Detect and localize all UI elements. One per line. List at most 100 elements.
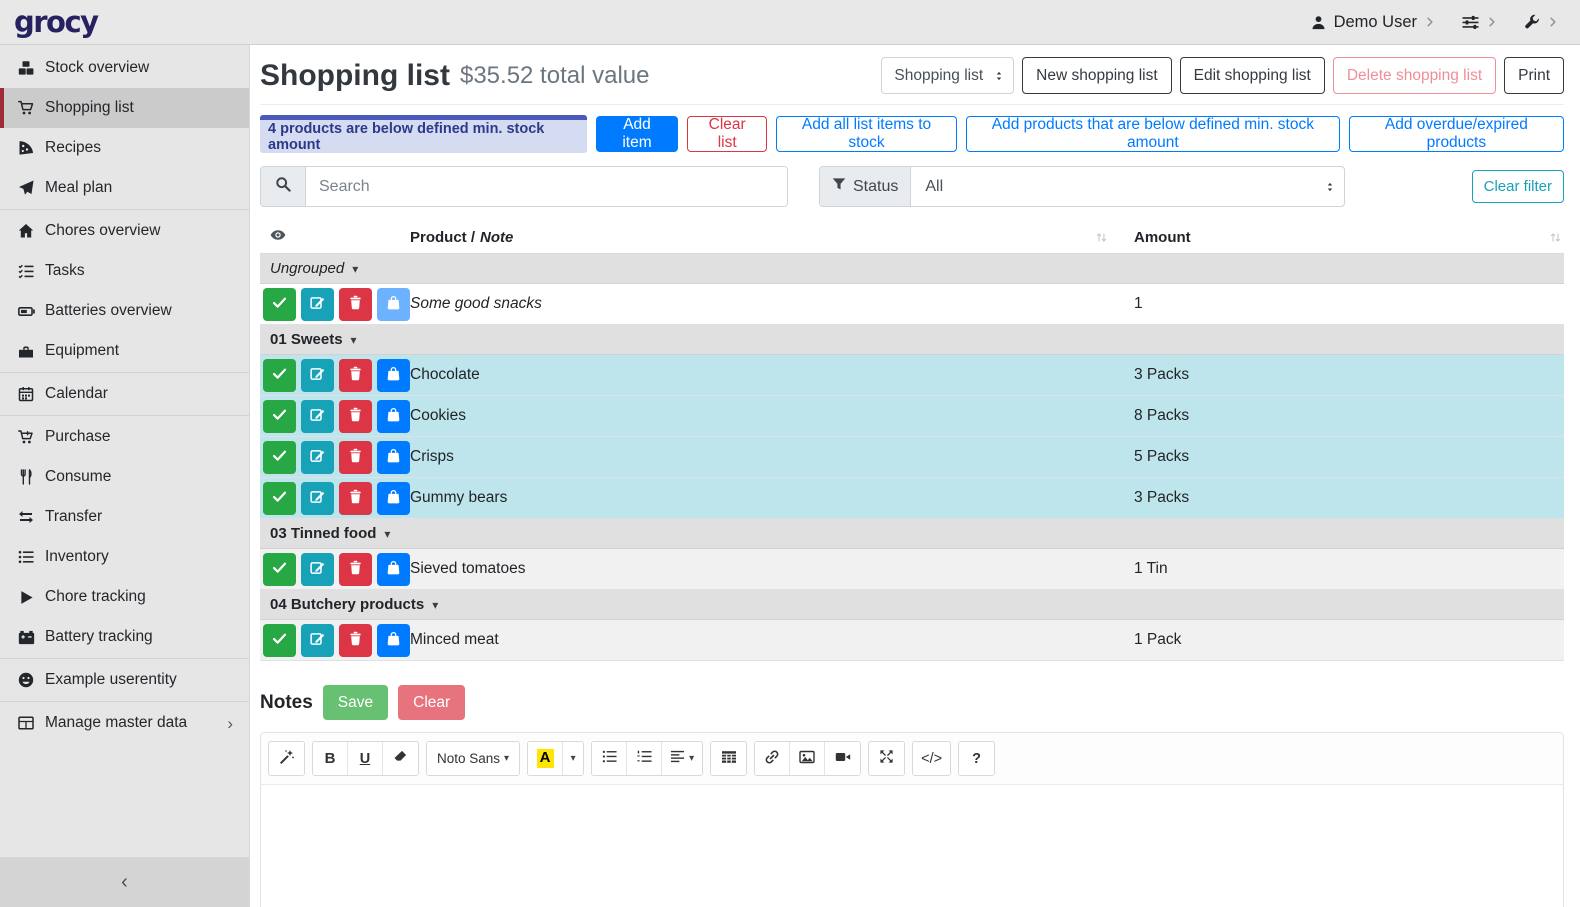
ordered-list-button[interactable] xyxy=(627,742,662,775)
row-done-button[interactable] xyxy=(263,359,296,392)
style-magic-button[interactable] xyxy=(269,742,304,775)
row-add-to-stock-button[interactable] xyxy=(377,624,410,657)
row-delete-button[interactable] xyxy=(339,400,372,433)
row-add-to-stock-button[interactable] xyxy=(377,400,410,433)
row-done-button[interactable] xyxy=(263,441,296,474)
sidebar-item-chores-overview[interactable]: Chores overview xyxy=(0,211,249,251)
row-edit-button[interactable] xyxy=(301,553,334,586)
sidebar-item-purchase[interactable]: Purchase xyxy=(0,417,249,457)
fullscreen-button[interactable] xyxy=(869,742,904,775)
row-edit-button[interactable] xyxy=(301,624,334,657)
status-select[interactable]: All xyxy=(911,167,1344,206)
font-color-button[interactable]: A xyxy=(528,742,563,775)
admin-menu[interactable] xyxy=(1524,14,1558,30)
clear-formatting-button[interactable] xyxy=(383,742,418,775)
edit-icon xyxy=(310,560,325,578)
group-header-row[interactable]: 01 Sweets▾ xyxy=(260,325,1564,355)
row-delete-button[interactable] xyxy=(339,482,372,515)
row-delete-button[interactable] xyxy=(339,359,372,392)
user-menu[interactable]: Demo User xyxy=(1311,13,1435,32)
group-header-row[interactable]: 04 Butchery products▾ xyxy=(260,590,1564,620)
sidebar-item-tasks[interactable]: Tasks xyxy=(0,251,249,291)
row-done-button[interactable] xyxy=(263,482,296,515)
print-button[interactable]: Print xyxy=(1504,57,1564,94)
row-delete-button[interactable] xyxy=(339,553,372,586)
insert-link-button[interactable] xyxy=(755,742,790,775)
sidebar-item-calendar[interactable]: Calendar xyxy=(0,374,249,414)
row-add-to-stock-button[interactable] xyxy=(377,553,410,586)
notes-textarea[interactable] xyxy=(261,785,1563,907)
row-delete-button[interactable] xyxy=(339,624,372,657)
add-item-button[interactable]: Add item xyxy=(596,116,679,152)
clear-filter-button[interactable]: Clear filter xyxy=(1472,170,1564,203)
row-add-to-stock-button[interactable] xyxy=(377,359,410,392)
row-done-button[interactable] xyxy=(263,400,296,433)
sidebar-item-consume[interactable]: Consume xyxy=(0,457,249,497)
sidebar-item-inventory[interactable]: Inventory xyxy=(0,537,249,577)
sidebar-item-chore-tracking[interactable]: Chore tracking xyxy=(0,577,249,617)
shopping-list-select[interactable]: Shopping list xyxy=(881,57,1014,94)
sidebar-item-recipes[interactable]: Recipes xyxy=(0,128,249,168)
smiley-icon xyxy=(16,672,36,688)
sidebar-collapse-button[interactable]: ‹ xyxy=(0,857,249,907)
underline-button[interactable]: U xyxy=(348,742,383,775)
row-add-to-stock-button[interactable] xyxy=(377,288,410,321)
editor-help-button[interactable]: ? xyxy=(959,742,994,775)
clear-list-button[interactable]: Clear list xyxy=(687,116,767,152)
utensils-icon xyxy=(16,469,36,485)
insert-video-button[interactable] xyxy=(825,742,860,775)
row-delete-button[interactable] xyxy=(339,441,372,474)
new-shopping-list-button[interactable]: New shopping list xyxy=(1022,57,1171,94)
paragraph-align-button[interactable]: ▾ xyxy=(662,742,702,775)
play-icon xyxy=(16,590,36,605)
notes-clear-button[interactable]: Clear xyxy=(398,685,465,720)
row-done-button[interactable] xyxy=(263,624,296,657)
sidebar-item-equipment[interactable]: Equipment xyxy=(0,331,249,371)
sidebar-item-label: Purchase xyxy=(45,428,110,446)
sidebar-divider xyxy=(0,658,249,659)
font-family-button[interactable]: Noto Sans ▾ xyxy=(427,742,519,775)
min-stock-alert[interactable]: 4 products are below defined min. stock … xyxy=(260,115,587,153)
tasks-icon xyxy=(16,263,36,279)
add-overdue-button[interactable]: Add overdue/expired products xyxy=(1349,116,1564,152)
row-add-to-stock-button[interactable] xyxy=(377,482,410,515)
group-header-row[interactable]: Ungrouped▾ xyxy=(260,254,1564,284)
notes-save-button[interactable]: Save xyxy=(323,685,388,720)
add-below-min-stock-button[interactable]: Add products that are below defined min.… xyxy=(966,116,1340,152)
settings-menu[interactable] xyxy=(1462,14,1497,31)
row-edit-button[interactable] xyxy=(301,400,334,433)
font-color-caret-button[interactable]: ▾ xyxy=(563,742,583,775)
row-add-to-stock-button[interactable] xyxy=(377,441,410,474)
search-input[interactable] xyxy=(306,167,787,206)
product-column-header[interactable]: Product / Note xyxy=(410,229,1122,246)
sidebar-item-batteries-overview[interactable]: Batteries overview xyxy=(0,291,249,331)
group-header-row[interactable]: 03 Tinned food▾ xyxy=(260,519,1564,549)
sidebar-item-stock-overview[interactable]: Stock overview xyxy=(0,48,249,88)
delete-shopping-list-button[interactable]: Delete shopping list xyxy=(1333,57,1496,94)
row-delete-button[interactable] xyxy=(339,288,372,321)
row-done-button[interactable] xyxy=(263,288,296,321)
row-edit-button[interactable] xyxy=(301,482,334,515)
unordered-list-button[interactable] xyxy=(592,742,627,775)
search-group xyxy=(260,166,788,207)
row-edit-button[interactable] xyxy=(301,288,334,321)
row-actions xyxy=(260,553,410,586)
amount-column-header[interactable]: Amount xyxy=(1122,229,1564,246)
insert-table-button[interactable] xyxy=(711,742,746,775)
sidebar-item-transfer[interactable]: Transfer xyxy=(0,497,249,537)
edit-shopping-list-button[interactable]: Edit shopping list xyxy=(1180,57,1325,94)
add-all-to-stock-button[interactable]: Add all list items to stock xyxy=(776,116,957,152)
row-edit-button[interactable] xyxy=(301,441,334,474)
row-done-button[interactable] xyxy=(263,553,296,586)
bold-button[interactable]: B xyxy=(313,742,348,775)
sidebar-item-shopping-list[interactable]: Shopping list xyxy=(0,88,249,128)
sidebar-item-meal-plan[interactable]: Meal plan xyxy=(0,168,249,208)
sidebar-item-example-userentity[interactable]: Example userentity xyxy=(0,660,249,700)
code-view-button[interactable]: </> xyxy=(913,742,950,775)
row-edit-button[interactable] xyxy=(301,359,334,392)
insert-picture-button[interactable] xyxy=(790,742,825,775)
ordered-list-icon xyxy=(637,749,652,768)
sidebar-item-manage-master-data[interactable]: Manage master data› xyxy=(0,703,249,743)
sidebar-item-label: Tasks xyxy=(45,262,85,280)
sidebar-item-battery-tracking[interactable]: Battery tracking xyxy=(0,617,249,657)
